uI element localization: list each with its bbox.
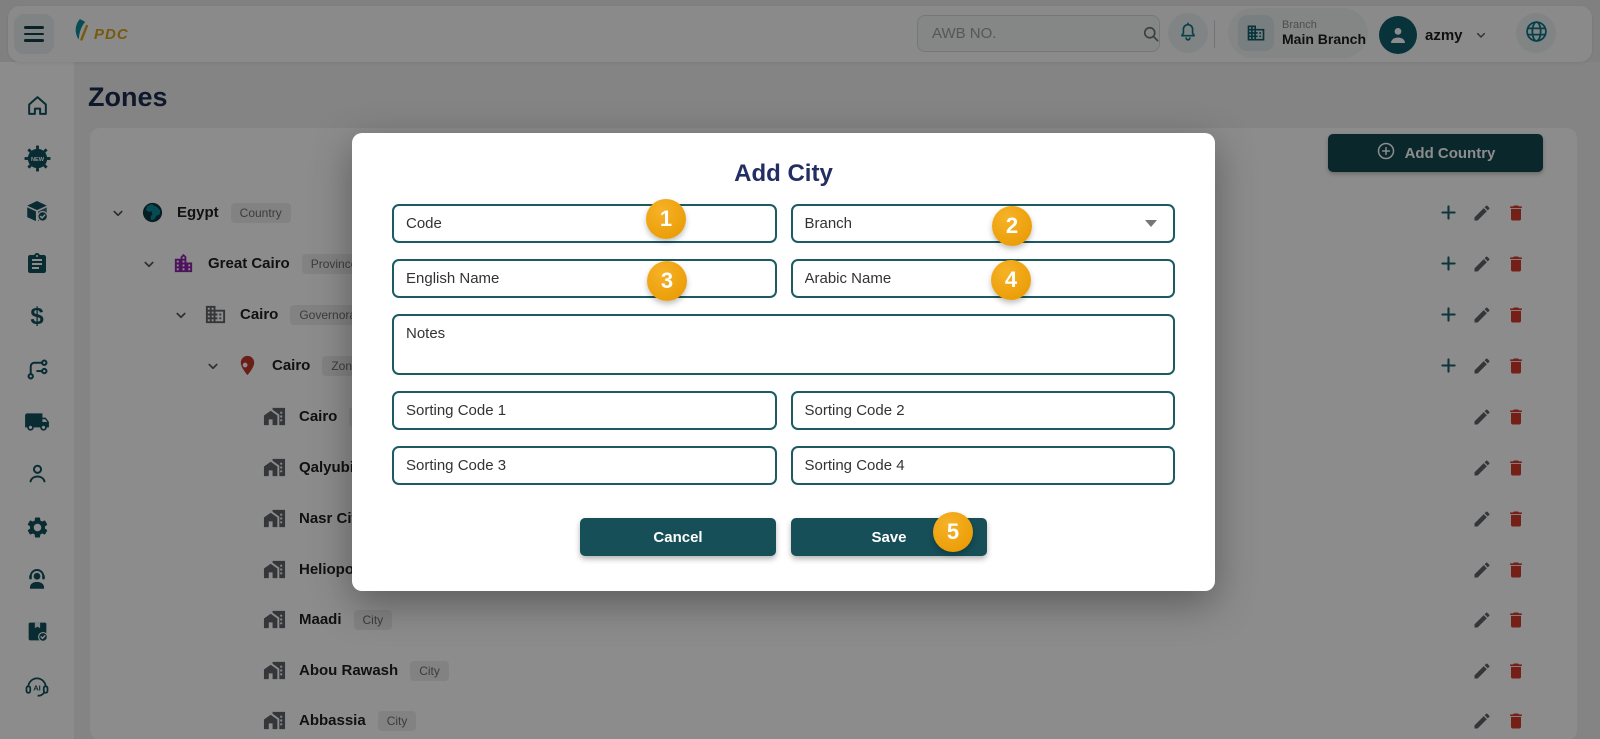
annotation-badge-1: 1 (646, 199, 686, 239)
annotation-badge-2: 2 (992, 206, 1032, 246)
sorting-code-3-input[interactable] (392, 446, 777, 485)
annotation-badge-3: 3 (647, 261, 687, 301)
branch-select-value: Branch (805, 215, 853, 232)
sorting-code-4-input[interactable] (791, 446, 1176, 485)
modal-buttons: Cancel Save (352, 518, 1215, 556)
modal-title: Add City (352, 160, 1215, 188)
arabic-name-input[interactable] (791, 259, 1176, 298)
sorting-code-2-input[interactable] (791, 391, 1176, 430)
branch-select[interactable]: Branch (791, 204, 1176, 243)
english-name-input[interactable] (392, 259, 777, 298)
app-root: PDC (0, 0, 1600, 739)
cancel-button[interactable]: Cancel (580, 518, 776, 556)
dropdown-caret-icon (1145, 220, 1157, 227)
sorting-code-1-input[interactable] (392, 391, 777, 430)
notes-textarea[interactable] (392, 314, 1175, 375)
add-city-modal: Add City Branch Cancel Save 1 2 3 4 5 (352, 133, 1215, 591)
code-input[interactable] (392, 204, 777, 243)
annotation-badge-4: 4 (991, 260, 1031, 300)
annotation-badge-5: 5 (933, 512, 973, 552)
modal-form: Branch (352, 204, 1215, 485)
